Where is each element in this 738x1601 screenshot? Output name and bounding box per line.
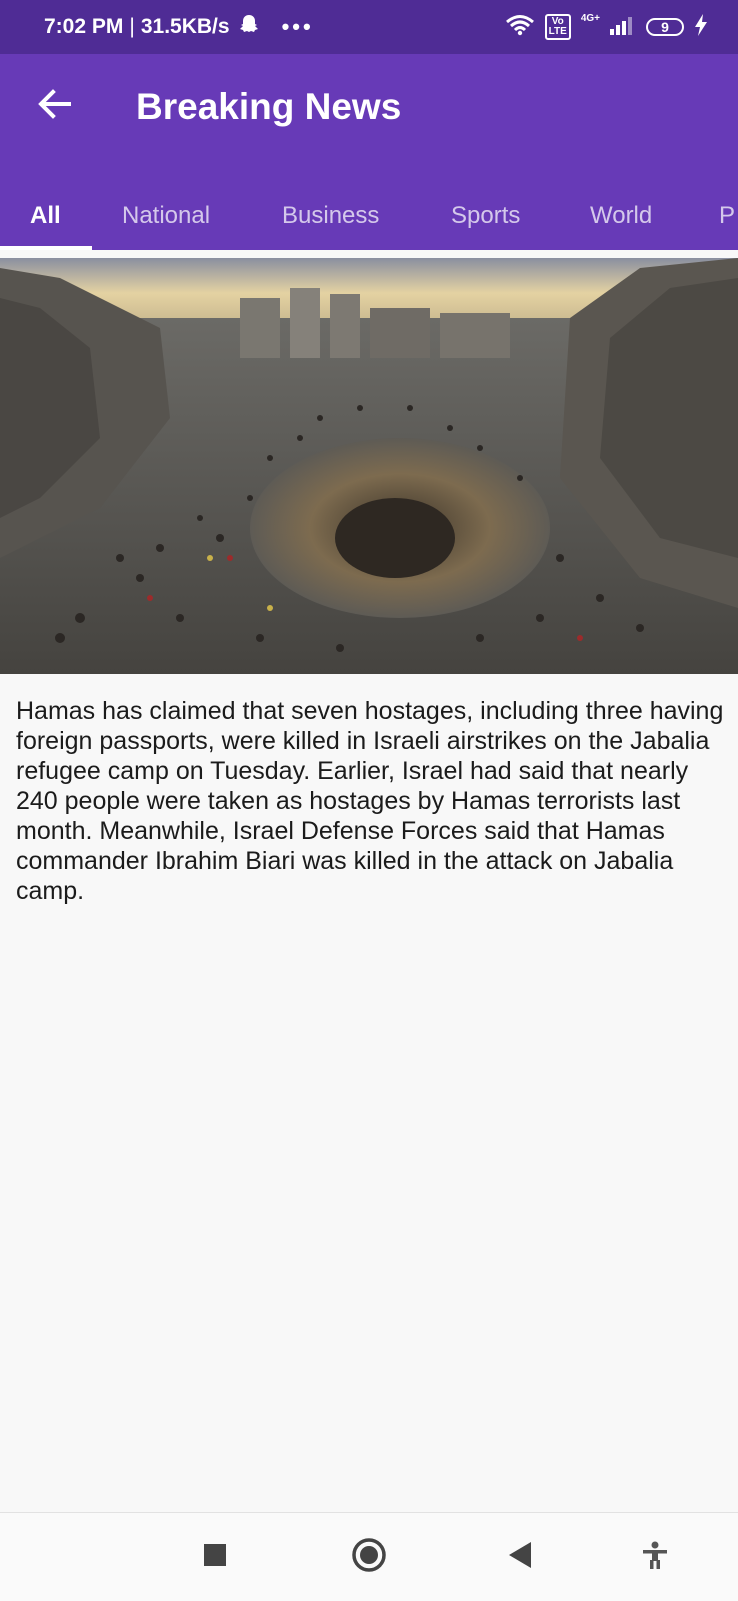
tab-partial[interactable]: P bbox=[719, 182, 735, 250]
category-tabs: All National Business Sports World P bbox=[0, 182, 738, 250]
status-right: Vo LTE 4G+ 9 bbox=[505, 13, 708, 41]
tab-national[interactable]: National bbox=[122, 182, 210, 250]
wifi-icon bbox=[505, 14, 535, 41]
back-button[interactable] bbox=[32, 84, 76, 128]
tab-all[interactable]: All bbox=[30, 182, 61, 250]
accessibility-icon bbox=[642, 1541, 668, 1574]
status-bar: 7:02 PM | 31.5KB/s ••• Vo LTE 4G+ 9 bbox=[0, 0, 738, 54]
tab-sports[interactable]: Sports bbox=[451, 182, 520, 250]
recents-button[interactable] bbox=[193, 1535, 237, 1579]
app-bar: Breaking News All National Business Spor… bbox=[0, 54, 738, 250]
volte-bottom-label: LTE bbox=[548, 26, 567, 37]
more-notifications-icon: ••• bbox=[281, 14, 314, 39]
status-time: 7:02 PM bbox=[44, 15, 124, 38]
news-photo bbox=[0, 258, 738, 674]
home-button[interactable] bbox=[347, 1535, 391, 1579]
status-separator: | bbox=[129, 15, 135, 38]
tab-business[interactable]: Business bbox=[282, 182, 379, 250]
volte-icon: Vo LTE bbox=[544, 14, 571, 40]
arrow-left-icon bbox=[37, 88, 71, 124]
network-type-label: 4G+ bbox=[580, 13, 600, 24]
battery-level: 9 bbox=[661, 19, 669, 35]
article-body: Hamas has claimed that seven hostages, i… bbox=[16, 697, 724, 905]
snapchat-ghost-icon bbox=[238, 13, 260, 41]
status-left: 7:02 PM | 31.5KB/s ••• bbox=[44, 13, 314, 41]
battery-icon: 9 bbox=[646, 18, 684, 36]
system-nav-bar bbox=[0, 1512, 738, 1601]
nav-back-button[interactable] bbox=[498, 1535, 542, 1579]
accessibility-button[interactable] bbox=[633, 1535, 677, 1579]
signal-icon bbox=[610, 15, 636, 40]
recents-square-icon bbox=[203, 1543, 227, 1572]
page-title: Breaking News bbox=[136, 86, 402, 127]
back-triangle-icon bbox=[507, 1541, 533, 1574]
tab-world[interactable]: World bbox=[590, 182, 652, 250]
charging-icon bbox=[694, 13, 708, 41]
tab-indicator bbox=[0, 246, 92, 250]
home-circle-icon bbox=[351, 1537, 387, 1578]
network-speed: 31.5KB/s bbox=[140, 15, 230, 38]
